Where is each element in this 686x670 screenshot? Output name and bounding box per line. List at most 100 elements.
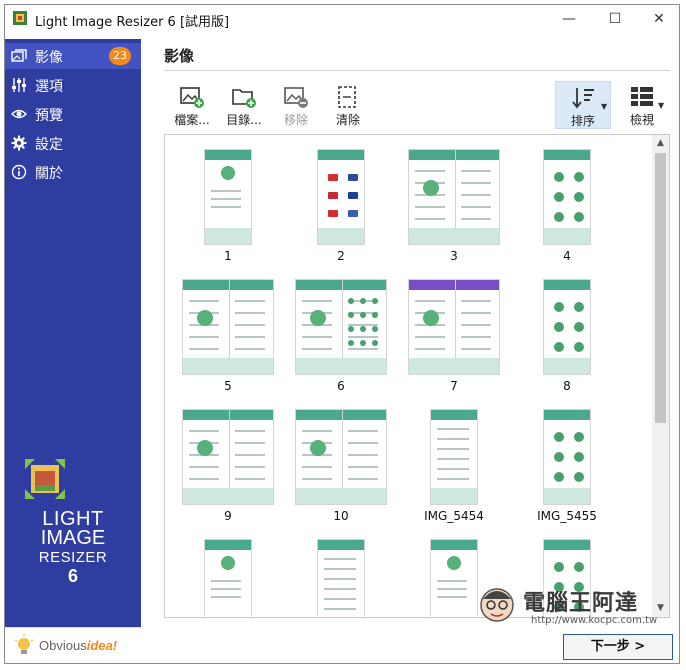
minimize-button[interactable]: — (547, 5, 591, 33)
thumbnail-image (204, 539, 252, 617)
sort-button[interactable]: 排序 ▼ (555, 81, 611, 129)
sidebar-item-images[interactable]: 影像 23 (5, 43, 141, 69)
thumb-line (235, 312, 265, 314)
scroll-up-icon[interactable]: ▲ (652, 135, 669, 152)
image-thumbnail[interactable] (286, 533, 396, 617)
thumb-header (544, 540, 590, 550)
logo-line: RESIZER (38, 549, 108, 566)
thumb-dot (574, 432, 584, 442)
add-folder-button[interactable]: 目錄... (222, 81, 266, 129)
tool-label: 目錄... (226, 113, 262, 127)
image-thumbnail[interactable]: 7 (399, 273, 509, 397)
thumbnail-caption: 3 (450, 249, 458, 263)
next-button[interactable]: 下一步 > (563, 634, 673, 660)
thumbnail-caption: 8 (563, 379, 571, 393)
thumb-line (415, 170, 445, 172)
thumb-header (183, 280, 273, 290)
resize-logo-icon (25, 459, 65, 499)
image-thumbnail[interactable] (173, 533, 283, 617)
image-thumbnail[interactable]: 5 (173, 273, 283, 397)
thumb-line (437, 588, 467, 590)
thumb-footer (409, 228, 499, 244)
sidebar-item-options[interactable]: 選項 (5, 72, 141, 98)
main-content: 影像 檔案... 目錄... 移除 清除 排序 ▼ 檢視 ▼ ▲ ▼ 1 2 3… (142, 33, 679, 663)
thumbnail-caption: 2 (337, 249, 345, 263)
thumb-line (324, 558, 356, 560)
image-thumbnail[interactable]: 9 (173, 403, 283, 527)
thumbnail-image (295, 409, 387, 505)
thumb-dot (360, 298, 366, 304)
thumb-line (324, 568, 356, 570)
close-button[interactable]: ✕ (637, 5, 679, 33)
image-thumbnail[interactable]: 10 (286, 403, 396, 527)
thumb-footer (544, 228, 590, 244)
image-thumbnail[interactable]: IMG_5454 (399, 403, 509, 527)
thumb-line (235, 300, 265, 302)
thumb-dot (554, 172, 564, 182)
thumb-line (302, 478, 332, 480)
thumb-line (415, 348, 445, 350)
image-thumbnail[interactable]: 6 (286, 273, 396, 397)
sidebar-item-preview[interactable]: 預覽 (5, 101, 141, 127)
thumbnail-image (295, 279, 387, 375)
thumb-line (348, 336, 378, 338)
sidebar-item-label: 預覽 (35, 108, 63, 124)
eye-icon (11, 109, 27, 119)
thumb-dot (221, 166, 235, 180)
logo-line: 6 (67, 566, 78, 586)
thumb-line (324, 598, 356, 600)
chevron-down-icon[interactable]: ▼ (658, 101, 664, 110)
thumb-line (461, 194, 491, 196)
sort-icon (572, 88, 594, 109)
add-files-button[interactable]: 檔案... (170, 81, 214, 129)
thumbnail-image (317, 149, 365, 245)
view-list-icon (631, 87, 653, 106)
image-thumbnail[interactable]: 3 (399, 143, 509, 267)
chevron-down-icon[interactable]: ▼ (601, 102, 607, 111)
thumb-line (461, 324, 491, 326)
thumb-dot (310, 310, 326, 326)
scroll-thumb[interactable] (655, 153, 666, 423)
thumb-dot (348, 312, 354, 318)
image-grid[interactable]: ▲ ▼ 1 2 3 4 5 6 7 8 9 10 IMG_5454 IMG_5455 (164, 134, 670, 618)
window-title: Light Image Resizer 6 [試用版] (35, 15, 230, 30)
page-title: 影像 (164, 47, 195, 65)
app-icon (13, 11, 27, 25)
vertical-scrollbar[interactable]: ▲ ▼ (652, 135, 669, 617)
logo-line: IMAGE (40, 527, 106, 549)
thumb-line (348, 430, 378, 432)
image-thumbnail[interactable]: 4 (512, 143, 622, 267)
thumb-footer (544, 488, 590, 504)
image-thumbnail[interactable]: IMG_5455 (512, 403, 622, 527)
thumb-line (461, 312, 491, 314)
thumb-dot (554, 562, 564, 572)
thumb-footer (544, 358, 590, 374)
remove-button[interactable]: 移除 (274, 81, 318, 129)
thumb-header (318, 150, 364, 160)
thumbnail-image (182, 279, 274, 375)
thumb-line (211, 198, 241, 200)
thumb-footer (205, 228, 251, 244)
thumb-dot (372, 340, 378, 346)
thumb-header (544, 280, 590, 290)
maximize-button[interactable]: ☐ (593, 5, 637, 33)
image-thumbnail[interactable]: 8 (512, 273, 622, 397)
thumbnail-image (408, 279, 500, 375)
thumb-dot (554, 342, 564, 352)
brand-name[interactable]: Obviousidea! (39, 638, 117, 653)
thumb-dot (348, 210, 358, 217)
thumb-line (415, 336, 445, 338)
clear-button[interactable]: 清除 (326, 81, 370, 129)
thumb-line (235, 478, 265, 480)
thumb-line (235, 442, 265, 444)
view-button[interactable]: 檢視 ▼ (618, 81, 666, 129)
sidebar-item-about[interactable]: 關於 (5, 159, 141, 185)
thumb-line (437, 596, 467, 598)
image-thumbnail[interactable]: 2 (286, 143, 396, 267)
thumb-line (437, 478, 469, 480)
sidebar-item-settings[interactable]: 設定 (5, 130, 141, 156)
image-thumbnail[interactable]: 1 (173, 143, 283, 267)
thumb-line (461, 182, 491, 184)
thumb-line (235, 336, 265, 338)
thumb-header (205, 540, 251, 550)
